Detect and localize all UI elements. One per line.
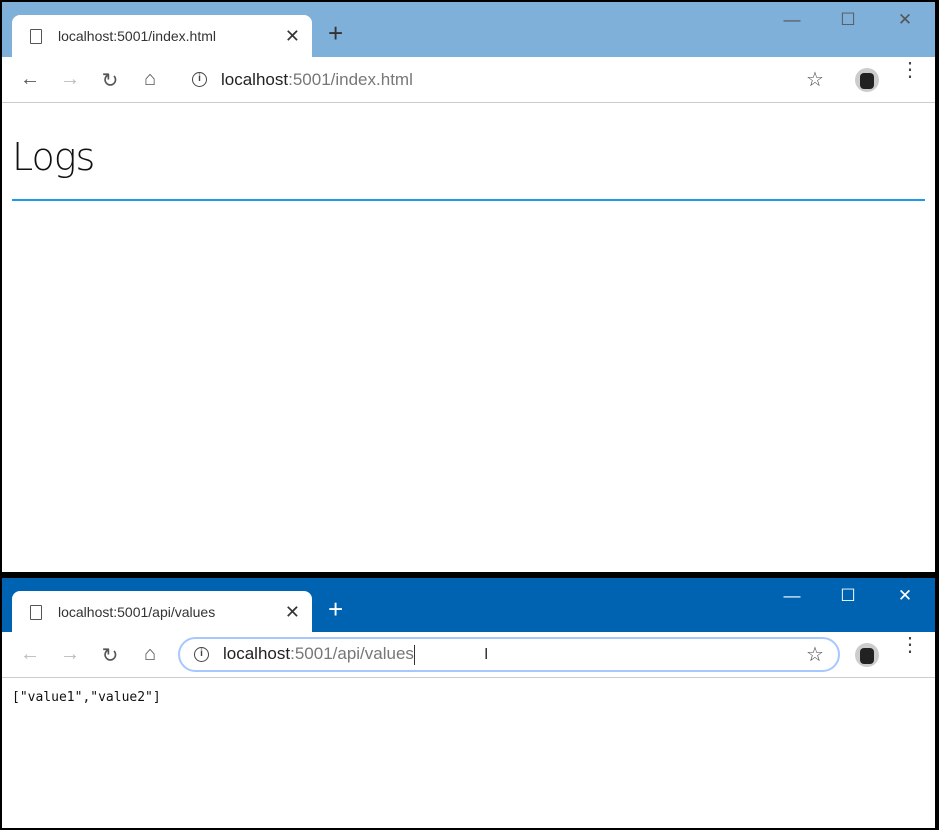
page-icon xyxy=(30,28,42,44)
menu-icon[interactable]: ⋮ xyxy=(900,60,920,80)
tab-close-icon[interactable]: ✕ xyxy=(285,602,300,623)
toolbar: ← → ↻ ⌂ i localhost:5001/api/values I ☆ … xyxy=(2,632,935,678)
tab-title: localhost:5001/api/values xyxy=(58,604,216,620)
page-icon xyxy=(30,604,42,620)
tab-title: localhost:5001/index.html xyxy=(58,28,216,44)
profile-avatar[interactable] xyxy=(855,643,879,667)
new-tab-button[interactable]: + xyxy=(328,20,343,46)
tab-close-icon[interactable]: ✕ xyxy=(285,26,300,47)
forward-button[interactable]: → xyxy=(58,643,82,666)
info-icon[interactable]: i xyxy=(194,647,209,662)
url-text[interactable]: localhost:5001/api/values xyxy=(223,644,415,665)
bookmark-star-icon[interactable]: ☆ xyxy=(806,67,824,92)
forward-button[interactable]: → xyxy=(58,68,82,91)
reload-button[interactable]: ↻ xyxy=(98,643,122,668)
home-button[interactable]: ⌂ xyxy=(138,68,162,91)
tab-strip: localhost:5001/index.html ✕ + — ☐ ✕ xyxy=(2,2,935,57)
address-bar[interactable]: i localhost:5001/api/values xyxy=(178,637,840,672)
page-title: Logs xyxy=(12,135,925,201)
maximize-button[interactable]: ☐ xyxy=(838,10,858,30)
tab-api-values[interactable]: localhost:5001/api/values ✕ xyxy=(12,591,312,633)
text-cursor-icon: I xyxy=(484,646,489,663)
tab-index[interactable]: localhost:5001/index.html ✕ xyxy=(12,15,312,57)
back-button[interactable]: ← xyxy=(18,68,42,91)
info-icon[interactable]: i xyxy=(192,72,207,87)
window-close-button[interactable]: ✕ xyxy=(895,586,915,606)
toolbar: ← → ↻ ⌂ i localhost:5001/index.html ☆ ⋮ xyxy=(2,57,935,103)
tab-strip: localhost:5001/api/values ✕ + — ☐ ✕ xyxy=(2,578,935,633)
new-tab-button[interactable]: + xyxy=(328,596,343,622)
address-bar[interactable]: i localhost:5001/index.html xyxy=(178,62,840,97)
profile-avatar[interactable] xyxy=(855,68,879,92)
browser-window-logs: localhost:5001/index.html ✕ + — ☐ ✕ ← → … xyxy=(2,2,935,572)
home-button[interactable]: ⌂ xyxy=(138,643,162,666)
json-response: ["value1","value2"] xyxy=(12,690,161,705)
maximize-button[interactable]: ☐ xyxy=(838,586,858,606)
back-button[interactable]: ← xyxy=(18,643,42,666)
menu-icon[interactable]: ⋮ xyxy=(900,635,920,655)
minimize-button[interactable]: — xyxy=(782,586,802,606)
minimize-button[interactable]: — xyxy=(782,10,802,30)
url-text[interactable]: localhost:5001/index.html xyxy=(221,70,413,90)
text-caret xyxy=(413,644,415,665)
window-close-button[interactable]: ✕ xyxy=(895,10,915,30)
reload-button[interactable]: ↻ xyxy=(98,68,122,93)
bookmark-star-icon[interactable]: ☆ xyxy=(806,642,824,667)
browser-window-api: localhost:5001/api/values ✕ + — ☐ ✕ ← → … xyxy=(2,578,935,828)
